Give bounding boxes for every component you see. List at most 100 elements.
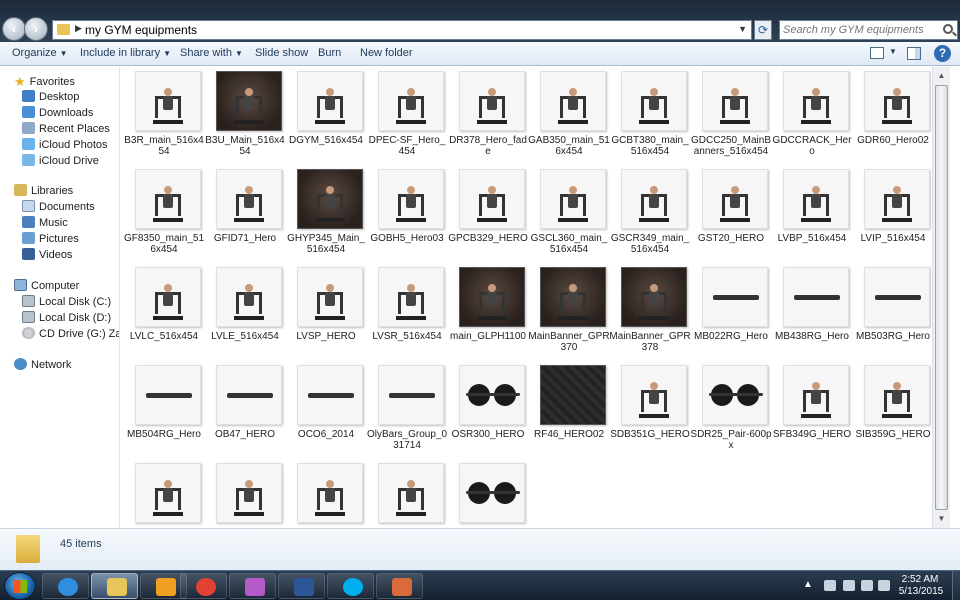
file-item[interactable]: GDCCRACK_Hero [771,67,853,165]
file-item[interactable]: GFID71_Hero [204,165,286,263]
battery-icon[interactable] [843,580,855,591]
file-item[interactable]: OB47_HERO [204,361,286,459]
file-item[interactable]: DR378_Hero_fade [447,67,529,165]
file-item[interactable] [285,459,367,528]
nav-item-desktop[interactable]: Desktop [22,90,79,106]
breadcrumb[interactable]: ▶ my GYM equipments ▼ [52,20,752,40]
organize-button[interactable]: Organize ▼ [12,47,68,59]
share-with-button[interactable]: Share with ▼ [180,47,243,59]
nav-item-music[interactable]: Music [22,216,68,232]
file-item[interactable]: B3R_main_516x454 [123,67,205,165]
taskbar-ie-button[interactable] [42,573,89,599]
nav-item-videos[interactable]: Videos [22,248,72,264]
file-item[interactable]: LVLE_516x454 [204,263,286,361]
file-item[interactable]: GST20_HERO [690,165,772,263]
file-item[interactable]: MB503RG_Hero [852,263,931,361]
tray-app-icon[interactable] [824,580,836,591]
taskbar-skype-button[interactable] [327,573,374,599]
file-item[interactable]: MB022RG_Hero [690,263,772,361]
chevron-right-icon[interactable]: ▶ [75,23,82,34]
file-item[interactable]: SDR25_Pair-600px [690,361,772,459]
slide-show-button[interactable]: Slide show [255,47,308,59]
clock-date[interactable]: 5/13/2015 [893,586,949,597]
nav-item-pictures[interactable]: Pictures [22,232,79,248]
scroll-up-icon[interactable]: ▲ [935,69,948,83]
file-item[interactable]: GF8350_main_516x454 [123,165,205,263]
file-item[interactable] [123,459,205,528]
search-input[interactable] [783,22,933,38]
file-item[interactable] [366,459,448,528]
file-item[interactable] [447,459,529,528]
file-item[interactable]: SIB359G_HERO [852,361,931,459]
help-icon[interactable]: ? [934,45,951,62]
file-item[interactable]: OSR300_HERO [447,361,529,459]
volume-icon[interactable] [878,580,890,591]
clock-time[interactable]: 2:52 AM [895,574,945,585]
file-item[interactable]: LVSP_HERO [285,263,367,361]
nav-item-network[interactable]: Network [14,358,71,374]
start-button[interactable] [4,572,36,600]
nav-item-cd-drive[interactable]: CD Drive (G:) Zain Bi [22,327,119,343]
file-item[interactable]: RF46_HERO02 [528,361,610,459]
file-item[interactable]: GOBH5_Hero03 [366,165,448,263]
show-hidden-icons-icon[interactable]: ▲ [803,579,813,590]
file-item[interactable]: OCO6_2014 [285,361,367,459]
forward-button[interactable]: › [24,17,48,41]
file-item[interactable]: GSCR349_main_516x454 [609,165,691,263]
file-item[interactable]: GAB350_main_516x454 [528,67,610,165]
nav-item-disk-d[interactable]: Local Disk (D:) [22,311,111,327]
new-folder-button[interactable]: New folder [360,47,413,59]
nav-item-icloud-drive[interactable]: iCloud Drive [22,154,99,170]
file-item[interactable]: GDCC250_MainBanners_516x454 [690,67,772,165]
nav-item-libraries[interactable]: Libraries [14,184,73,200]
file-item[interactable]: GDR60_Hero02 [852,67,931,165]
file-item[interactable]: SFB349G_HERO [771,361,853,459]
nav-item-downloads[interactable]: Downloads [22,106,93,122]
search-icon[interactable] [943,24,953,34]
taskbar-chrome-button[interactable] [180,573,227,599]
nav-item-icloud-photos[interactable]: iCloud Photos [22,138,108,154]
show-desktop-button[interactable] [952,571,960,600]
burn-button[interactable]: Burn [318,47,341,59]
scrollbar-thumb[interactable] [935,85,948,510]
file-item[interactable]: LVIP_516x454 [852,165,931,263]
file-item[interactable]: MainBanner_GPR370 [528,263,610,361]
search-box[interactable] [779,20,958,40]
file-item[interactable] [204,459,286,528]
scroll-down-icon[interactable]: ▼ [935,512,948,526]
file-item[interactable]: GSCL360_main_516x454 [528,165,610,263]
nav-item-documents[interactable]: Documents [22,200,95,216]
file-item[interactable]: DGYM_516x454 [285,67,367,165]
refresh-button[interactable]: ⟳ [754,20,772,40]
file-item[interactable]: SDB351G_HERO [609,361,691,459]
nav-item-recent-places[interactable]: Recent Places [22,122,110,138]
include-in-library-button[interactable]: Include in library ▼ [80,47,171,59]
back-button[interactable]: ‹ [2,17,26,41]
file-item[interactable]: GCBT380_main_516x454 [609,67,691,165]
taskbar-explorer-button[interactable] [91,573,138,599]
file-item[interactable]: LVLC_516x454 [123,263,205,361]
network-status-icon[interactable] [861,580,873,591]
file-item[interactable]: DPEC-SF_Hero_454 [366,67,448,165]
taskbar-paint-button[interactable] [376,573,423,599]
change-view-icon[interactable] [870,47,884,59]
taskbar-app-button[interactable] [229,573,276,599]
nav-item-computer[interactable]: Computer [14,279,79,295]
file-item[interactable]: MB504RG_Hero [123,361,205,459]
chevron-down-icon[interactable]: ▼ [738,24,747,34]
nav-item-favorites[interactable]: ★ Favorites [14,74,75,90]
vertical-scrollbar[interactable]: ▲ ▼ [932,67,950,528]
file-item[interactable]: LVBP_516x454 [771,165,853,263]
preview-pane-icon[interactable] [907,47,921,60]
file-item[interactable]: main_GLPH1100 [447,263,529,361]
nav-item-disk-c[interactable]: Local Disk (C:) [22,295,111,311]
breadcrumb-current-folder[interactable]: my GYM equipments [85,23,197,37]
file-item[interactable]: GPCB329_HERO [447,165,529,263]
file-item[interactable]: MainBanner_GPR378 [609,263,691,361]
file-item[interactable]: OlyBars_Group_031714 [366,361,448,459]
file-item[interactable]: MB438RG_Hero [771,263,853,361]
file-item[interactable]: B3U_Main_516x454 [204,67,286,165]
taskbar-word-button[interactable] [278,573,325,599]
chevron-down-icon[interactable]: ▼ [889,47,897,56]
file-item[interactable]: LVSR_516x454 [366,263,448,361]
